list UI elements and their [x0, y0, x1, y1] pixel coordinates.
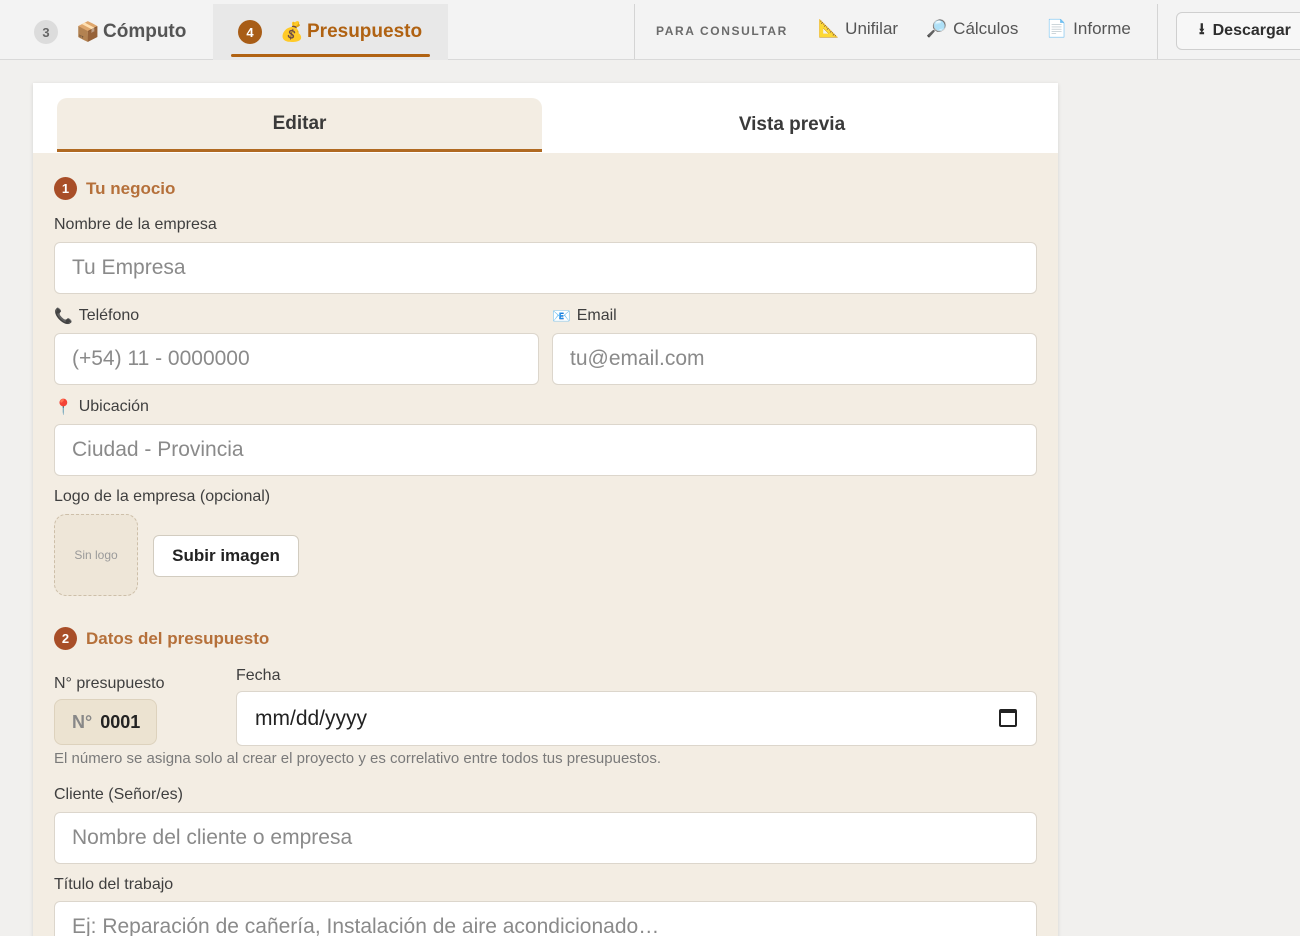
divider	[634, 4, 635, 59]
number-value: 0001	[100, 711, 141, 732]
top-navigation-bar: 3 📦 Cómputo 4 💰 Presupuesto PARA CONSULT…	[0, 0, 1300, 60]
job-title-input[interactable]: Ej: Reparación de cañería, Instalación d…	[54, 901, 1037, 936]
section-tu-negocio: 1 Tu negocio	[54, 177, 175, 200]
upload-image-button[interactable]: Subir imagen	[153, 535, 299, 577]
location-label: 📍 Ubicación	[54, 398, 149, 416]
triangle-ruler-icon: 📐	[818, 19, 840, 38]
email-label-text: Email	[576, 307, 617, 324]
tab-computo[interactable]: 3 📦 Cómputo	[0, 4, 213, 60]
section-title: Tu negocio	[86, 178, 176, 198]
logo-label: Logo de la empresa (opcional)	[54, 488, 271, 505]
location-label-text: Ubicación	[78, 398, 149, 415]
client-input[interactable]: Nombre del cliente o empresa	[54, 812, 1037, 864]
step-number-badge: 4	[238, 20, 262, 44]
money-bag-icon: 💰	[280, 22, 304, 43]
company-name-label: Nombre de la empresa	[54, 216, 217, 233]
phone-label: 📞 Teléfono	[54, 307, 139, 325]
link-unifilar-label: Unifilar	[845, 19, 899, 38]
section-number-badge: 2	[54, 627, 77, 650]
date-label: Fecha	[236, 667, 281, 684]
email-input[interactable]: tu@email.com	[552, 333, 1037, 385]
telephone-icon: 📞	[54, 308, 73, 325]
download-button-label: Descargar	[1212, 22, 1291, 39]
link-unifilar[interactable]: 📐 Unifilar	[818, 19, 898, 39]
email-icon: 📧	[552, 308, 571, 325]
document-icon: 📄	[1046, 19, 1068, 38]
step-number-badge: 3	[34, 20, 58, 44]
number-prefix: N°	[72, 711, 93, 732]
download-button[interactable]: ⭳ Descargar	[1176, 12, 1300, 50]
logo-placeholder: Sin logo	[54, 514, 138, 596]
link-calculos[interactable]: 🔎 Cálculos	[926, 19, 1018, 39]
consult-section-label: PARA CONSULTAR	[656, 24, 788, 38]
section-number-badge: 1	[54, 177, 77, 200]
company-name-input[interactable]: Tu Empresa	[54, 242, 1037, 294]
client-label: Cliente (Señor/es)	[54, 786, 183, 803]
date-input[interactable]: mm/dd/yyyy	[236, 691, 1037, 746]
budget-number-hint: El número se asigna solo al crear el pro…	[54, 750, 661, 767]
calendar-icon[interactable]	[999, 709, 1017, 727]
phone-input[interactable]: (+54) 11 - 0000000	[54, 333, 539, 385]
job-title-label: Título del trabajo	[54, 876, 174, 893]
tab-presupuesto[interactable]: 4 💰 Presupuesto	[213, 4, 448, 60]
active-tab-indicator	[231, 54, 430, 57]
tab-vista-previa[interactable]: Vista previa	[542, 98, 1042, 152]
location-input[interactable]: Ciudad - Provincia	[54, 424, 1037, 476]
budget-number-display: N° 0001	[54, 699, 157, 745]
budget-number-label: N° presupuesto	[54, 675, 165, 692]
package-icon: 📦	[76, 22, 100, 43]
link-calculos-label: Cálculos	[953, 19, 1019, 38]
budget-editor-card: Editar Vista previa 1 Tu negocio Nombre …	[33, 83, 1058, 936]
date-placeholder: mm/dd/yyyy	[255, 706, 368, 730]
link-informe-label: Informe	[1073, 19, 1131, 38]
section-title: Datos del presupuesto	[86, 628, 270, 648]
tab-computo-label: Cómputo	[103, 21, 187, 42]
link-informe[interactable]: 📄 Informe	[1046, 19, 1131, 39]
phone-label-text: Teléfono	[78, 307, 140, 324]
card-tabs-header: Editar Vista previa	[33, 83, 1058, 153]
tab-editar[interactable]: Editar	[57, 98, 542, 152]
divider	[1157, 4, 1158, 59]
download-icon: ⭳	[1199, 20, 1205, 38]
email-label: 📧 Email	[552, 307, 617, 325]
tab-presupuesto-label: Presupuesto	[307, 21, 423, 42]
location-pin-icon: 📍	[54, 399, 73, 416]
section-datos-presupuesto: 2 Datos del presupuesto	[54, 627, 269, 650]
magnifier-icon: 🔎	[926, 19, 948, 38]
